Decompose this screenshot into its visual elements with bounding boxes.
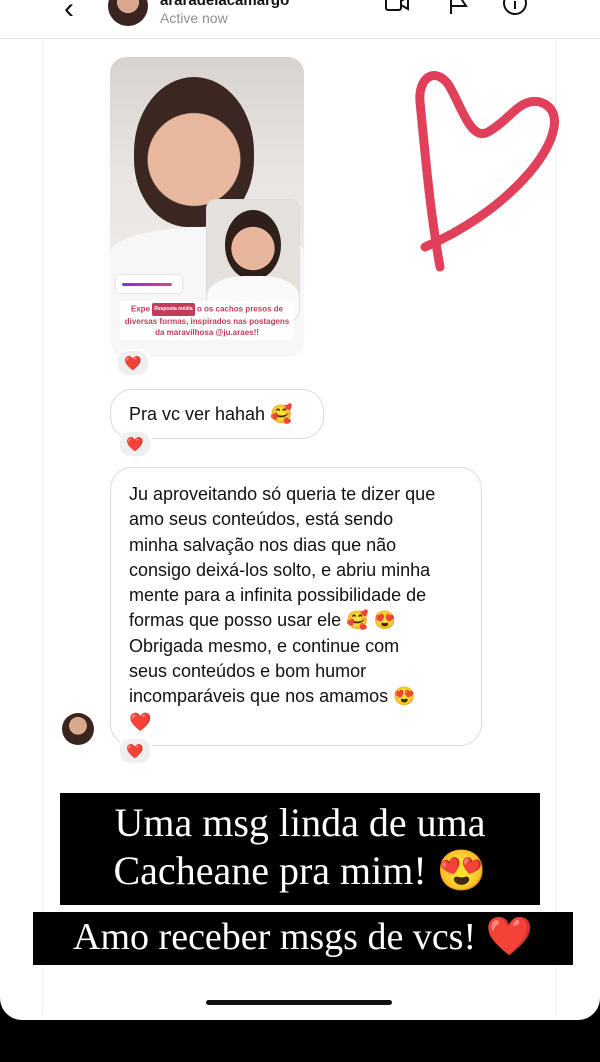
slider-poll [116, 275, 182, 293]
active-status: Active now [160, 10, 228, 26]
home-indicator[interactable] [206, 1000, 392, 1005]
story-text-overlay-2: Amo receber msgs de vcs! ❤️ [33, 912, 573, 965]
avatar[interactable] [108, 0, 148, 26]
story-caption: Expe Resposta média o os cachos presos d… [120, 301, 294, 340]
dm-screen: ‹ araradelacamargo Active now Expe Respo… [0, 0, 600, 1020]
story-text-overlay: Uma msg linda de uma Cacheane pra mim! 😍 [60, 793, 540, 905]
message-bubble[interactable]: Ju aproveitando só queria te dizer que a… [110, 467, 482, 746]
overlay-line-1: Uma msg linda de uma [114, 800, 486, 845]
story-reaction-heart[interactable]: ❤️ [116, 349, 150, 377]
drawn-heart-doodle [415, 71, 559, 272]
sender-avatar[interactable] [62, 713, 94, 745]
caption-text: o os cachos presos de diversas formas, i… [124, 304, 290, 337]
chat-header: ‹ araradelacamargo Active now [0, 0, 600, 39]
message-reaction-heart[interactable]: ❤️ [118, 430, 152, 458]
chat-username[interactable]: araradelacamargo [160, 0, 289, 9]
video-call-icon[interactable] [384, 0, 410, 16]
flag-icon[interactable] [446, 0, 472, 16]
overlay-line-2: Cacheane pra mim! 😍 [113, 848, 487, 893]
story-reply-preview[interactable]: Expe Resposta média o os cachos presos d… [110, 57, 304, 357]
info-icon[interactable] [502, 0, 528, 16]
caption-prefix: Expe [130, 304, 151, 314]
back-arrow-icon[interactable]: ‹ [64, 0, 74, 24]
poll-tag: Resposta média [152, 303, 195, 316]
message-reaction-heart[interactable]: ❤️ [118, 737, 152, 765]
